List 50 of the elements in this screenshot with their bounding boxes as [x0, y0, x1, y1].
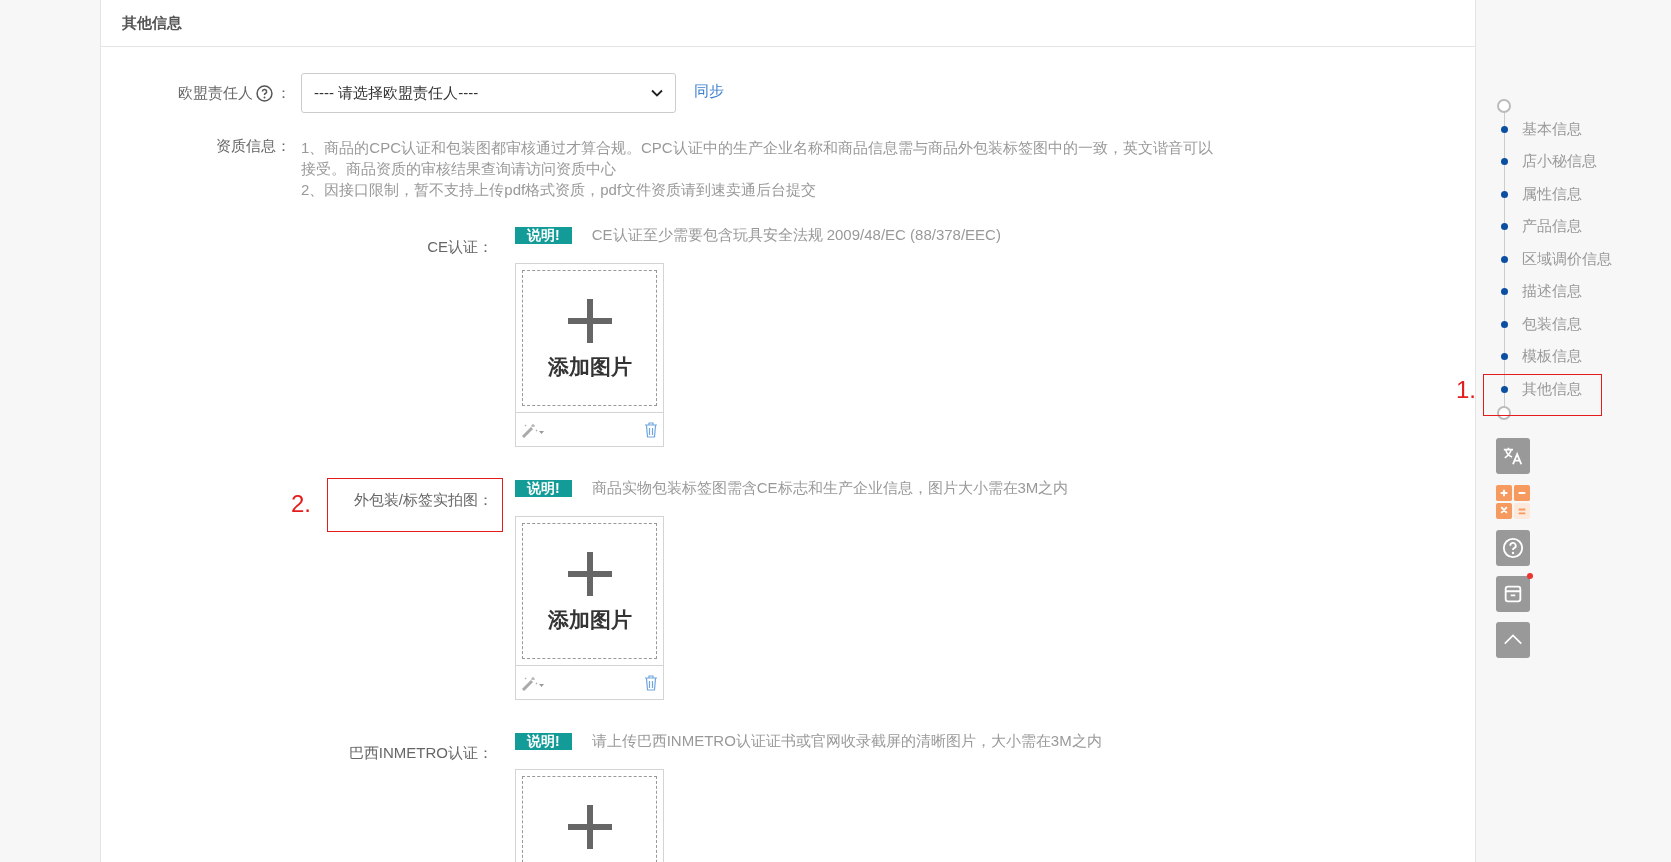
help-icon[interactable] [256, 84, 273, 102]
qualification-note: 2、因接口限制，暂不支持上传pdf格式资质，pdf文件资质请到速卖通后台提交 [301, 180, 818, 200]
note-text: 请上传巴西INMETRO认证证书或官网收录截屏的清晰图片，大小需在3M之内 [591, 732, 1102, 751]
qualification-note: 1、商品的CPC认证和包装图都审核通过才算合规。CPC认证中的生产企业名称和商品信息需与商品外包装标签图中的一致，英文谐音可以接受。商品资质的审核结果查询请访问资质中心 [301, 138, 1214, 179]
annotation-number: 2. [291, 490, 311, 518]
nav-item[interactable]: 模板信息 [1496, 340, 1671, 373]
back-to-top-button[interactable] [1496, 621, 1530, 658]
add-image-label: 添加图片 [547, 607, 632, 633]
calculator-icon [1496, 484, 1530, 519]
nav-item[interactable]: 其他信息 [1496, 373, 1671, 406]
magic-wand-icon[interactable] [521, 674, 545, 691]
plus-icon [567, 299, 612, 343]
note-badge: 说明! [515, 227, 572, 244]
field-label: 资质信息： [216, 137, 291, 156]
trash-icon[interactable] [644, 421, 658, 438]
calculator-button[interactable] [1496, 483, 1530, 520]
annotation-number: 1. [1456, 376, 1476, 404]
field-label: 巴西INMETRO认证： [348, 744, 493, 763]
nav-item[interactable]: 包装信息 [1496, 308, 1671, 341]
note-badge: 说明! [515, 480, 572, 497]
help-icon [1502, 535, 1524, 560]
plus-icon [567, 552, 612, 596]
field-label: 欧盟责任人 [178, 83, 253, 103]
nav-item[interactable]: 产品信息 [1496, 210, 1671, 243]
nav-item[interactable]: 属性信息 [1496, 178, 1671, 211]
eu-rep-select[interactable]: ---- 请选择欧盟责任人---- [301, 73, 676, 113]
magic-wand-icon[interactable] [521, 421, 545, 438]
trash-icon[interactable] [644, 674, 658, 691]
note-text: 商品实物包装标签图需含CE标志和生产企业信息，图片大小需在3M之内 [591, 479, 1069, 498]
help-button[interactable] [1496, 529, 1530, 566]
archive-button[interactable] [1496, 575, 1530, 612]
nav-item[interactable]: 区域调价信息 [1496, 243, 1671, 276]
nav-item[interactable]: 店小秘信息 [1496, 145, 1671, 178]
add-image-label: 添加图片 [547, 354, 632, 380]
note-text: CE认证至少需要包含玩具安全法规 2009/48/EC (88/378/EEC) [591, 226, 1001, 245]
plus-icon [567, 805, 612, 849]
field-label: 外包装/标签实拍图： [353, 491, 493, 510]
field-label: CE认证： [427, 238, 493, 257]
section-title: 其他信息 [122, 13, 182, 33]
nav-item[interactable]: 描述信息 [1496, 275, 1671, 308]
translate-button[interactable] [1496, 437, 1530, 474]
nav-item[interactable]: 基本信息 [1496, 113, 1671, 146]
chevron-down-icon [651, 89, 663, 97]
label-colon: ： [276, 83, 291, 103]
note-badge: 说明! [515, 733, 572, 750]
sync-link[interactable]: 同步 [694, 81, 724, 101]
timeline-start-icon [1497, 99, 1511, 113]
notification-dot [1527, 572, 1533, 579]
image-upload[interactable]: 添加图片 [515, 263, 664, 447]
image-upload[interactable]: 添加图片 [515, 516, 664, 700]
